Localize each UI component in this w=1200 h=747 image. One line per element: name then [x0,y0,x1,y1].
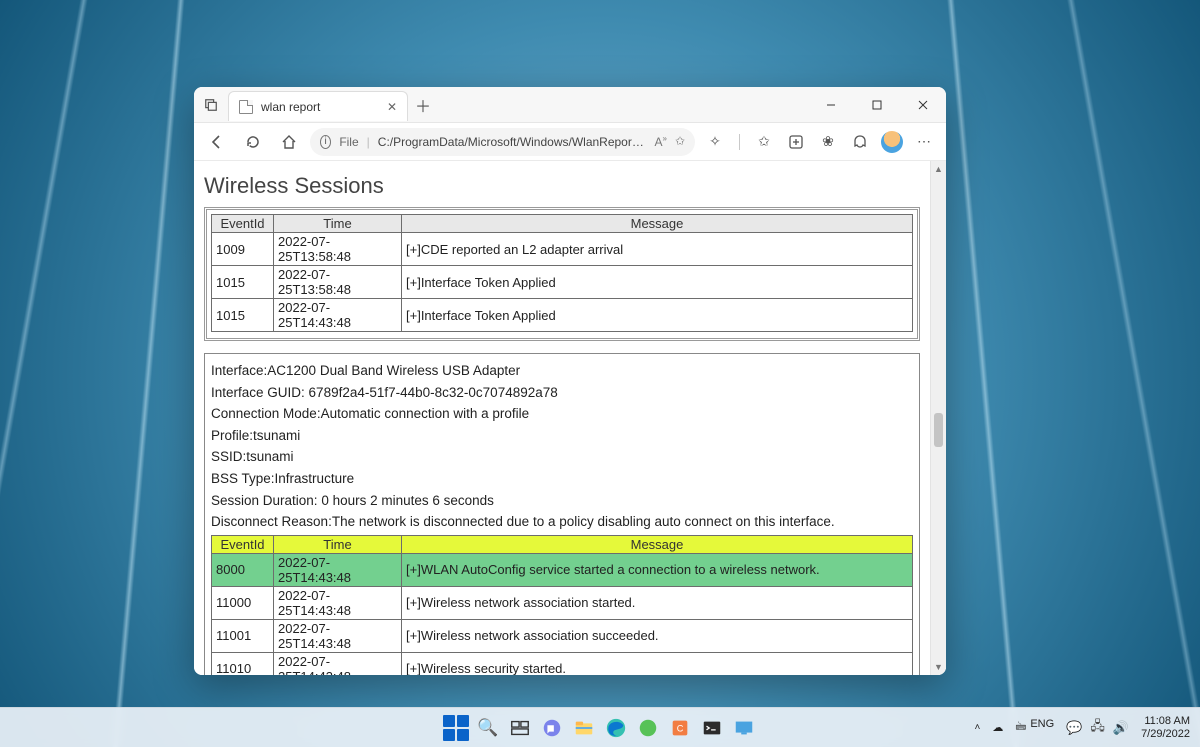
table-row: 10152022-07-25T14:43:48[+]Interface Toke… [212,299,913,332]
table-header-row: EventId Time Message [212,535,913,553]
session-info: Interface:AC1200 Dual Band Wireless USB … [211,360,913,533]
back-button[interactable] [202,127,232,157]
scroll-up-button[interactable]: ▲ [931,161,946,177]
tray-overflow-button[interactable]: ˄ [975,722,981,733]
volume-icon[interactable]: 🔊 [1113,720,1129,736]
table-row: 10092022-07-25T13:58:48[+]CDE reported a… [212,233,913,266]
taskbar-app-explorer[interactable] [570,714,598,742]
vertical-scrollbar[interactable]: ▲ ▼ [930,161,946,675]
taskbar-app-edge[interactable] [602,714,630,742]
read-aloud-icon[interactable]: A» [654,134,666,149]
taskbar-search-button[interactable]: 🔍 [474,714,502,742]
col-time: Time [274,215,402,233]
task-view-button[interactable] [506,714,534,742]
events-table-1: EventId Time Message 10092022-07-25T13:5… [211,214,913,332]
meet-now-icon[interactable]: 💬 [1066,720,1082,736]
table-header-row: EventId Time Message [212,215,913,233]
more-menu-button[interactable]: ⋯ [910,128,938,156]
col-eventid: EventId [212,215,274,233]
refresh-button[interactable] [238,127,268,157]
taskbar-app-generic2[interactable]: C [666,714,694,742]
col-eventid: EventId [212,535,274,553]
col-message: Message [402,535,913,553]
window-minimize-button[interactable] [808,87,854,122]
col-message: Message [402,215,913,233]
home-button[interactable] [274,127,304,157]
address-url: C:/ProgramData/Microsoft/Windows/WlanRep… [378,135,647,149]
table-row: 80002022-07-25T14:43:48[+]WLAN AutoConfi… [212,553,913,586]
window-maximize-button[interactable] [854,87,900,122]
browser-window: wlan report ✕ ＋ i File | C:/ProgramData/… [194,87,946,675]
add-favorite-icon[interactable]: ✩ [675,134,685,149]
table-row: 10152022-07-25T13:58:48[+]Interface Toke… [212,266,913,299]
svg-text:C: C [677,723,684,733]
copilot-icon[interactable] [846,128,874,156]
taskbar-app-terminal[interactable] [698,714,726,742]
profile-button[interactable] [878,128,906,156]
window-close-button[interactable] [900,87,946,122]
page-content: Wireless Sessions EventId Time Message 1… [194,161,930,675]
browser-titlebar: wlan report ✕ ＋ [194,87,946,123]
tab-actions-button[interactable] [194,87,228,122]
table-row: 110012022-07-25T14:43:48[+]Wireless netw… [212,619,913,652]
events-table-2: EventId Time Message 80002022-07-25T14:4… [211,535,913,675]
table-row: 110002022-07-25T14:43:48[+]Wireless netw… [212,586,913,619]
taskbar-clock[interactable]: 11:08 AM 7/29/2022 [1141,715,1190,739]
scroll-down-button[interactable]: ▼ [931,659,946,675]
ime-icon[interactable]: 🖮 [1015,718,1026,737]
system-tray: ˄ ☁︎ 🖮 ENG 💬 🖧 🔊 11:08 AM 7/29/2022 [975,715,1200,739]
tab-title: wlan report [261,100,320,114]
taskbar: 🔍 C ˄ ☁︎ 🖮 ENG 💬 🖧 🔊 11:08 AM [0,707,1200,747]
events-pane-1: EventId Time Message 10092022-07-25T13:5… [204,207,920,341]
collections-icon[interactable] [782,128,810,156]
session-pane: Interface:AC1200 Dual Band Wireless USB … [204,353,920,675]
avatar [881,131,903,153]
browser-tab[interactable]: wlan report ✕ [228,91,408,121]
new-tab-button[interactable]: ＋ [408,87,438,122]
tab-close-button[interactable]: ✕ [387,100,397,114]
taskbar-app-generic1[interactable] [634,714,662,742]
start-button[interactable] [442,714,470,742]
table-row: 110102022-07-25T14:43:48[+]Wireless secu… [212,652,913,675]
extensions-icon[interactable]: ✧ [701,128,729,156]
file-icon [239,100,253,114]
page-title: Wireless Sessions [194,161,930,207]
browser-viewport: Wireless Sessions EventId Time Message 1… [194,161,946,675]
address-scheme: File [339,135,358,149]
taskbar-app-chat[interactable] [538,714,566,742]
site-info-icon[interactable]: i [320,135,331,149]
desktop: wlan report ✕ ＋ i File | C:/ProgramData/… [0,0,1200,747]
taskbar-app-generic3[interactable] [730,714,758,742]
browser-essentials-icon[interactable]: ❀ [814,128,842,156]
language-indicator[interactable]: ENG [1030,718,1054,737]
favorites-icon[interactable]: ✩ [750,128,778,156]
col-time: Time [274,535,402,553]
network-icon[interactable]: 🖧 [1090,717,1105,739]
address-bar[interactable]: i File | C:/ProgramData/Microsoft/Window… [310,128,695,156]
scrollbar-thumb[interactable] [934,413,943,447]
browser-toolbar: i File | C:/ProgramData/Microsoft/Window… [194,123,946,161]
onedrive-icon[interactable]: ☁︎ [992,721,1003,734]
